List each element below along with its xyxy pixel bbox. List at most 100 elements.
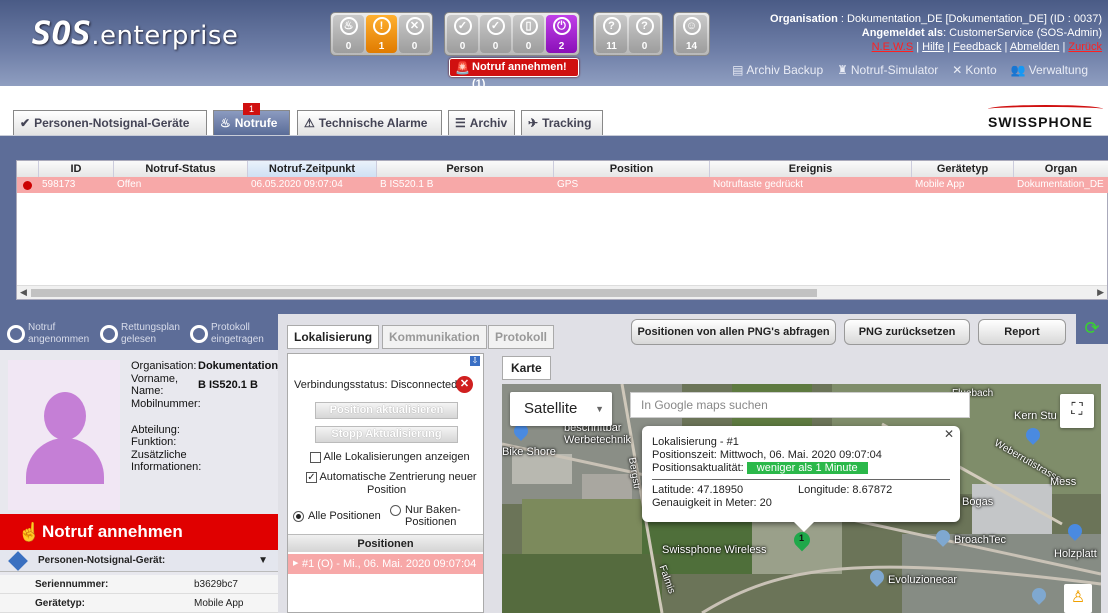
status-count: 0 [525, 41, 532, 52]
news-link[interactable]: N.E.W.S [872, 41, 914, 53]
status-counter[interactable]: ? 11 [596, 15, 627, 53]
table-header[interactable]: Organ [1014, 161, 1108, 177]
accept-alarm-large-button[interactable]: ☝ Notruf annehmen [0, 514, 278, 550]
scroll-left-icon[interactable]: ◀ [20, 287, 27, 298]
device-section-header[interactable]: Personen-Notsignal-Gerät: ▼ [0, 550, 278, 572]
table-cell: Offen [117, 179, 142, 190]
popup-title: Lokalisierung - #1 [652, 436, 739, 448]
chevron-down-icon: ▼ [595, 404, 604, 414]
account-button[interactable]: ✕ Konto [952, 63, 996, 77]
status-counter[interactable]: ✓ 0 [480, 15, 511, 53]
stop-update-button[interactable]: Stopp Aktualisierung [315, 426, 458, 443]
status-counter[interactable]: ! 1 [366, 15, 397, 53]
tab-protocol[interactable]: Protokoll [488, 325, 555, 349]
radio-all-positions[interactable]: Alle Positionen [293, 510, 381, 522]
tab-localization[interactable]: Lokalisierung [287, 325, 380, 349]
table-header[interactable]: Person [377, 161, 554, 177]
reset-png-button[interactable]: PNG zurücksetzen [844, 319, 970, 345]
tab-archive[interactable]: ☰ Archiv [448, 110, 515, 135]
popup-longitude: Longitude: 8.67872 [798, 484, 893, 496]
tab-devices[interactable]: ✔ Personen-Notsignal-Geräte [13, 110, 207, 135]
status-counter[interactable]: ✓ 0 [447, 15, 478, 53]
table-header[interactable]: Notruf-Status [114, 161, 248, 177]
table-header[interactable]: Ereignis [710, 161, 912, 177]
back-link[interactable]: Zurück [1068, 41, 1102, 53]
position-list-item[interactable]: ▶ #1 (O) - Mi., 06. Mai. 2020 09:07:04 [288, 554, 483, 574]
status-counter[interactable]: ▯ 0 [513, 15, 544, 53]
auto-center-label: Position [367, 484, 407, 496]
query-all-positions-button[interactable]: Positionen von allen PNG's abfragen [631, 319, 836, 345]
map-label: Swissphone Wireless [662, 544, 767, 556]
siren-icon: 🚨 [455, 61, 470, 75]
battery-icon: ▯ [519, 17, 538, 35]
tracking-icon: ✈ [528, 116, 539, 130]
hand-pointer-icon: ☝ [18, 522, 41, 542]
table-header[interactable]: Gerätetyp [912, 161, 1014, 177]
map-search-input[interactable]: In Google maps suchen [630, 392, 970, 418]
google-map[interactable]: beschriftbar Werbetechnik Bike Shore Swi… [502, 384, 1101, 613]
table-cell: Dokumentation_DE [1017, 179, 1104, 190]
help-link[interactable]: Hilfe [922, 41, 944, 53]
show-all-localizations-checkbox[interactable]: Alle Lokalisierungen anzeigen [310, 451, 470, 463]
location-marker[interactable]: 1 [790, 528, 814, 554]
positions-header: Positionen [288, 534, 483, 552]
popup-accuracy: Genauigkeit in Meter: 20 [652, 497, 772, 509]
status-count: 0 [459, 41, 466, 52]
header-toolbar: ▤ Archiv Backup ♜ Notruf-Simulator ✕ Konto … [732, 63, 1088, 77]
status-counter[interactable]: ⏻ 2 [546, 15, 577, 53]
status-counter[interactable]: ♨ 0 [333, 15, 364, 53]
step-ring-icon [7, 325, 25, 343]
scroll-right-icon[interactable]: ▶ [1097, 287, 1104, 298]
auto-center-checkbox[interactable]: ✓ Automatische Zentrierung neuer [306, 471, 477, 483]
fullscreen-icon[interactable]: ⛶ [1060, 394, 1094, 428]
firstname-label: Vorname, [131, 373, 179, 385]
update-position-button[interactable]: Position aktualisieren [315, 402, 458, 419]
alarm-simulator-button[interactable]: ♜ Notruf-Simulator [837, 63, 938, 77]
device-row-serial: Seriennummer: b3629bc7 [0, 575, 278, 594]
admin-button[interactable]: 👥 Verwaltung [1011, 63, 1088, 77]
feedback-link[interactable]: Feedback [953, 41, 1001, 53]
tab-tracking[interactable]: ✈ Tracking [521, 110, 603, 135]
archive-backup-button[interactable]: ▤ Archiv Backup [732, 63, 823, 77]
person-avatar [8, 360, 120, 510]
tab-communication[interactable]: Kommunikation [382, 325, 487, 349]
table-header[interactable]: ID [39, 161, 114, 177]
accept-alarm-button[interactable]: 🚨 Notruf annehmen! (1) [449, 58, 579, 90]
x-circle-icon: ✕ [405, 17, 424, 35]
table-row[interactable]: 598173 Offen 06.05.2020 09:07:04 B IS520… [17, 177, 1108, 193]
org-info: Organisation : Dokumentation_DE [Dokumen… [770, 13, 1102, 53]
table-cell: Mobile App [915, 179, 965, 190]
localization-panel: ⇩ Verbindungsstatus: Disconnected ✕ Posi… [287, 353, 484, 613]
status-count: 11 [606, 41, 617, 52]
report-button[interactable]: Report [978, 319, 1066, 345]
users-icon: 👥 [1010, 63, 1026, 77]
tab-map[interactable]: Karte [502, 356, 551, 380]
status-count: 0 [345, 41, 352, 52]
status-count: 1 [378, 41, 385, 52]
status-counter[interactable]: ☺ 14 [676, 15, 707, 53]
map-label: Holzplatt [1054, 548, 1097, 560]
status-count: 0 [411, 41, 418, 52]
status-counter[interactable]: ✕ 0 [399, 15, 430, 53]
map-label: Mess [1050, 476, 1077, 488]
app-logo: SOS.enterprise [32, 14, 239, 52]
table-header[interactable]: Notruf-Zeitpunkt [248, 161, 377, 177]
smiley-icon: ☺ [682, 17, 701, 35]
refresh-icon[interactable]: ⟳ [1076, 314, 1108, 344]
pin-icon[interactable]: ⇩ [470, 356, 480, 366]
alarm-count-badge: 1 [243, 103, 260, 115]
horizontal-scrollbar[interactable]: ◀ ▶ [17, 285, 1107, 299]
scrollbar-thumb[interactable] [31, 289, 817, 297]
chevron-down-icon[interactable]: ▼ [258, 550, 268, 572]
street-view-pegman-icon[interactable]: ♙ [1064, 584, 1092, 613]
status-counter[interactable]: ? 0 [629, 15, 660, 53]
map-type-select[interactable]: Satellite ▼ [510, 392, 612, 426]
logout-link[interactable]: Abmelden [1010, 41, 1060, 53]
power-icon: ⏻ [552, 17, 571, 35]
department-label: Abteilung: [131, 424, 180, 436]
table-header[interactable]: Position [554, 161, 710, 177]
tab-technical-alarms[interactable]: ⚠ Technische Alarme [297, 110, 442, 135]
radio-beacon-positions[interactable]: Nur Baken- Positionen [390, 504, 461, 528]
status-group-unknown: ? 11? 0 [593, 12, 663, 56]
close-icon[interactable]: ✕ [944, 428, 954, 441]
